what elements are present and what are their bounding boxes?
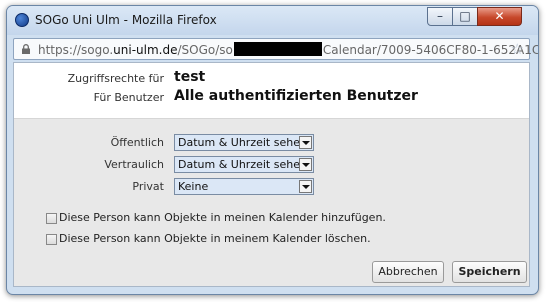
redacted-block: [233, 42, 322, 56]
add-objects-label: Diese Person kann Objekte in meinen Kale…: [59, 211, 386, 224]
url-prefix: https://sogo.: [38, 43, 114, 57]
lock-icon: [22, 44, 30, 54]
chevron-down-icon: [299, 180, 312, 193]
acl-dialog: Zugriffsrechte für test Für Benutzer All…: [13, 62, 530, 287]
delete-objects-checkbox[interactable]: [46, 234, 57, 245]
cancel-button[interactable]: Abbrechen: [372, 261, 444, 283]
acl-header: Zugriffsrechte für test Für Benutzer All…: [14, 63, 529, 119]
private-select[interactable]: Keine: [174, 178, 314, 195]
chevron-down-icon: [299, 136, 312, 149]
close-button[interactable]: ✕: [477, 7, 522, 26]
browser-window: SOGo Uni Ulm - Mozilla Firefox – □ ✕ htt…: [6, 5, 539, 295]
url-path-end: Calendar/7009-5406CF80-1-652A1C80/: [322, 43, 539, 57]
url-bar[interactable]: https://sogo.uni-ulm.de/SOGo/so Calendar/…: [13, 38, 538, 60]
acl-label: Zugriffsrechte für: [67, 72, 164, 85]
public-select-value: Datum & Uhrzeit sehen: [178, 136, 307, 149]
acl-value: test: [174, 69, 206, 85]
private-select-value: Keine: [178, 180, 209, 193]
private-label: Privat: [132, 180, 164, 193]
window-title: SOGo Uni Ulm - Mozilla Firefox: [35, 13, 217, 27]
save-button[interactable]: Speichern: [452, 261, 527, 283]
confidential-select[interactable]: Datum & Uhrzeit sehen: [174, 156, 314, 173]
minimize-button[interactable]: –: [427, 7, 453, 26]
firefox-icon: [15, 13, 29, 27]
delete-objects-label: Diese Person kann Objekte in meinem Kale…: [59, 232, 371, 245]
confidential-select-value: Datum & Uhrzeit sehen: [178, 158, 307, 171]
url-text: https://sogo.uni-ulm.de/SOGo/so Calendar/…: [38, 42, 539, 57]
public-select[interactable]: Datum & Uhrzeit sehen: [174, 134, 314, 151]
public-label: Öffentlich: [110, 136, 164, 149]
user-label: Für Benutzer: [93, 91, 164, 104]
url-path-start: /SOGo/so: [177, 43, 233, 57]
chevron-down-icon: [299, 158, 312, 171]
url-domain: uni-ulm.de: [113, 43, 178, 57]
title-bar: SOGo Uni Ulm - Mozilla Firefox – □ ✕: [7, 6, 538, 35]
star-icon[interactable]: ☆: [511, 40, 524, 58]
maximize-button[interactable]: □: [452, 7, 478, 26]
add-objects-checkbox[interactable]: [46, 213, 57, 224]
confidential-label: Vertraulich: [104, 158, 164, 171]
user-value: Alle authentifizierten Benutzer: [174, 88, 418, 104]
